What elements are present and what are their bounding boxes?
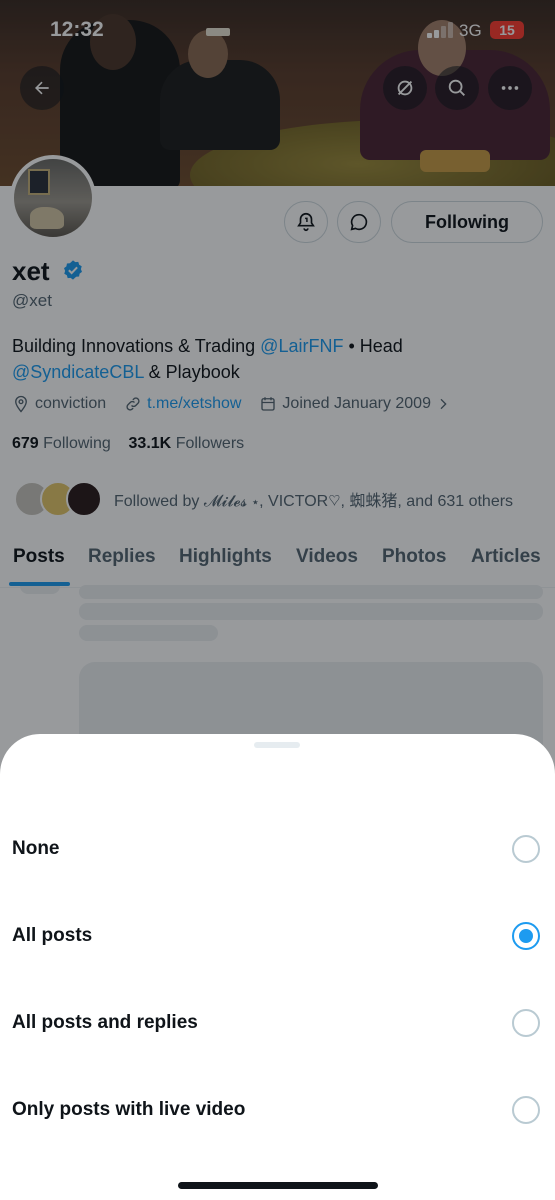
- sheet-grabber[interactable]: [254, 742, 300, 748]
- option-none[interactable]: None: [0, 820, 555, 880]
- radio-all-posts[interactable]: [512, 922, 540, 950]
- option-label: Only posts with live video: [12, 1099, 246, 1120]
- option-label: All posts and replies: [12, 1012, 198, 1033]
- notification-settings-sheet: None All posts All posts and replies Onl…: [0, 734, 555, 1200]
- option-label: None: [12, 838, 60, 859]
- option-all-posts-and-replies[interactable]: All posts and replies: [0, 994, 555, 1054]
- radio-live-video[interactable]: [512, 1096, 540, 1124]
- radio-none[interactable]: [512, 835, 540, 863]
- radio-all-posts-and-replies[interactable]: [512, 1009, 540, 1037]
- option-live-video[interactable]: Only posts with live video: [0, 1081, 555, 1141]
- option-label: All posts: [12, 925, 93, 946]
- home-indicator[interactable]: [178, 1182, 378, 1189]
- option-all-posts[interactable]: All posts: [0, 907, 555, 967]
